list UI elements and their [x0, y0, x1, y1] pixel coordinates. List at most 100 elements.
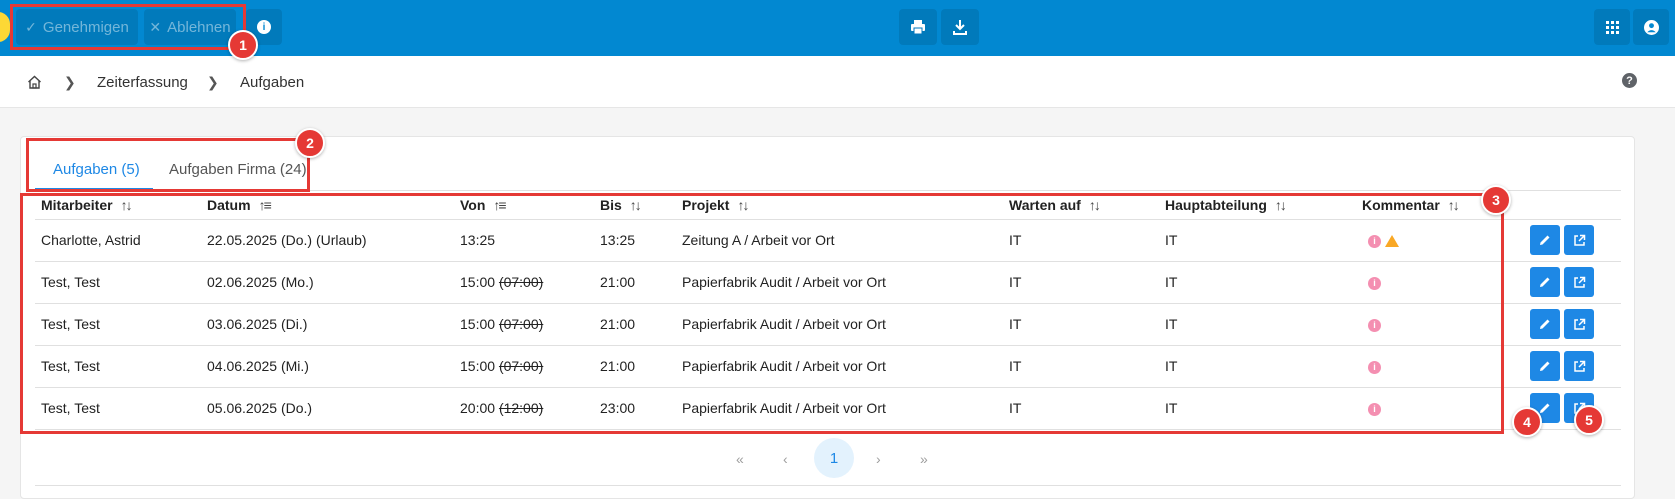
- von-value: 20:00: [460, 400, 496, 416]
- sort-icon[interactable]: ↑↓: [1275, 197, 1287, 213]
- table-row[interactable]: Test, Test 03.06.2025 (Di.) 15:00 (07:00) 2…: [35, 303, 1621, 346]
- edit-button[interactable]: [1530, 309, 1560, 339]
- table-row[interactable]: Charlotte, Astrid 22.05.2025 (Do.) (Urlau…: [35, 219, 1621, 262]
- cell-datum: 02.06.2025 (Mo.): [201, 261, 454, 304]
- chevron-right-icon: ❯: [64, 74, 76, 90]
- sort-ascending-icon[interactable]: ↑≡: [493, 197, 506, 213]
- cell-kommentar: i: [1356, 345, 1518, 388]
- von-value: 15:00: [460, 274, 496, 290]
- sort-icon[interactable]: ↑↓: [1089, 197, 1101, 213]
- pencil-icon: [1540, 235, 1550, 245]
- tasks-card: Aufgaben (5) Aufgaben Firma (24) Mitarbe…: [20, 136, 1635, 499]
- apps-grid-icon: [1605, 20, 1619, 34]
- last-page-icon[interactable]: »: [920, 451, 928, 467]
- tab-aufgaben[interactable]: Aufgaben (5): [53, 161, 140, 178]
- edit-button[interactable]: [1530, 351, 1560, 381]
- cell-bis: 21:00: [594, 345, 676, 388]
- cell-hauptabteilung: IT: [1159, 345, 1356, 388]
- cell-von: 15:00 (07:00): [454, 303, 594, 346]
- cell-hauptabteilung: IT: [1159, 261, 1356, 304]
- cell-datum: 05.06.2025 (Do.): [201, 387, 454, 430]
- cell-mitarbeiter: Test, Test: [35, 387, 201, 430]
- column-header-datum[interactable]: Datum ↑≡: [201, 191, 454, 220]
- column-header-mitarbeiter[interactable]: Mitarbeiter ↑↓: [35, 191, 201, 220]
- edit-button[interactable]: [1530, 267, 1560, 297]
- cell-warten-auf: IT: [1003, 219, 1159, 262]
- annotation-badge-4: 4: [1512, 407, 1542, 437]
- cell-kommentar: i: [1356, 219, 1518, 262]
- open-in-new-icon: [1573, 318, 1585, 330]
- cell-kommentar: i: [1356, 261, 1518, 304]
- pagination: « ‹ 1 › »: [21, 437, 1636, 487]
- open-in-new-icon: [1573, 234, 1585, 246]
- approve-button[interactable]: ✓ Genehmigen: [16, 9, 138, 45]
- previous-page-icon[interactable]: ‹: [783, 451, 788, 467]
- cell-datum: 22.05.2025 (Do.) (Urlaub): [201, 219, 454, 262]
- reject-button-label: Ablehnen: [167, 18, 231, 36]
- open-external-button[interactable]: [1564, 225, 1594, 255]
- sort-icon[interactable]: ↑↓: [630, 197, 642, 213]
- info-icon[interactable]: i: [1368, 402, 1381, 416]
- annotation-badge-5: 5: [1574, 405, 1604, 435]
- cell-warten-auf: IT: [1003, 303, 1159, 346]
- sort-ascending-icon[interactable]: ↑≡: [259, 197, 272, 213]
- download-button[interactable]: [941, 9, 979, 45]
- help-icon[interactable]: ?: [1622, 73, 1637, 88]
- cell-von: 15:00 (07:00): [454, 261, 594, 304]
- cell-bis: 21:00: [594, 303, 676, 346]
- open-external-button[interactable]: [1564, 351, 1594, 381]
- column-header-projekt[interactable]: Projekt ↑↓: [676, 191, 1003, 220]
- info-icon[interactable]: i: [1368, 318, 1381, 332]
- cell-projekt: Papierfabrik Audit / Arbeit vor Ort: [676, 261, 1003, 304]
- column-header-actions: [1518, 191, 1621, 220]
- cell-actions: [1518, 303, 1621, 346]
- pencil-icon: [1540, 319, 1550, 329]
- table-row[interactable]: Test, Test 02.06.2025 (Mo.) 15:00 (07:00) 2…: [35, 261, 1621, 304]
- first-page-icon[interactable]: «: [736, 451, 744, 467]
- open-in-new-icon: [1573, 360, 1585, 372]
- printer-icon: [911, 20, 925, 35]
- von-value: 15:00: [460, 316, 496, 332]
- edit-button[interactable]: [1530, 225, 1560, 255]
- column-header-hauptabteilung[interactable]: Hauptabteilung ↑↓: [1159, 191, 1356, 220]
- breadcrumb-item-zeiterfassung[interactable]: Zeiterfassung: [97, 74, 188, 91]
- cell-datum: 03.06.2025 (Di.): [201, 303, 454, 346]
- sort-icon[interactable]: ↑↓: [1448, 197, 1460, 213]
- print-button[interactable]: [899, 9, 937, 45]
- cell-projekt: Papierfabrik Audit / Arbeit vor Ort: [676, 387, 1003, 430]
- cell-warten-auf: IT: [1003, 261, 1159, 304]
- open-external-button[interactable]: [1564, 309, 1594, 339]
- cell-datum: 04.06.2025 (Mi.): [201, 345, 454, 388]
- home-icon[interactable]: [27, 75, 42, 89]
- close-icon: ✕: [149, 18, 162, 35]
- tab-aufgaben-firma[interactable]: Aufgaben Firma (24): [169, 161, 307, 178]
- von-original-value: (07:00): [498, 358, 544, 374]
- open-external-button[interactable]: [1564, 267, 1594, 297]
- open-in-new-icon: [1573, 276, 1585, 288]
- column-header-warten-auf[interactable]: Warten auf ↑↓: [1003, 191, 1159, 220]
- pencil-icon: [1540, 403, 1550, 413]
- column-header-bis[interactable]: Bis ↑↓: [594, 191, 676, 220]
- table-row[interactable]: Test, Test 04.06.2025 (Mi.) 15:00 (07:00) 2…: [35, 345, 1621, 388]
- sort-icon[interactable]: ↑↓: [121, 197, 133, 213]
- cell-bis: 23:00: [594, 387, 676, 430]
- pencil-icon: [1540, 361, 1550, 371]
- column-header-von[interactable]: Von ↑≡: [454, 191, 594, 220]
- info-icon[interactable]: i: [1368, 234, 1381, 248]
- cell-von: 20:00 (12:00): [454, 387, 594, 430]
- sort-icon[interactable]: ↑↓: [737, 197, 749, 213]
- info-icon[interactable]: i: [1368, 360, 1381, 374]
- info-icon[interactable]: i: [1368, 276, 1381, 290]
- cell-actions: [1518, 219, 1621, 262]
- tasks-table: Mitarbeiter ↑↓ Datum ↑≡ Von ↑≡ Bis ↑↓ Projek…: [35, 191, 1621, 430]
- next-page-icon[interactable]: ›: [876, 451, 881, 467]
- cell-von: 13:25: [454, 219, 594, 262]
- apps-button[interactable]: [1594, 9, 1630, 45]
- user-avatar-dot[interactable]: [0, 12, 10, 42]
- table-row[interactable]: Test, Test 05.06.2025 (Do.) 20:00 (12:00) 2…: [35, 387, 1621, 430]
- von-original-value: (07:00): [498, 274, 544, 290]
- account-button[interactable]: [1633, 9, 1669, 45]
- cell-projekt: Papierfabrik Audit / Arbeit vor Ort: [676, 345, 1003, 388]
- reject-button[interactable]: ✕ Ablehnen: [144, 9, 236, 45]
- page-button-current[interactable]: 1: [814, 438, 854, 478]
